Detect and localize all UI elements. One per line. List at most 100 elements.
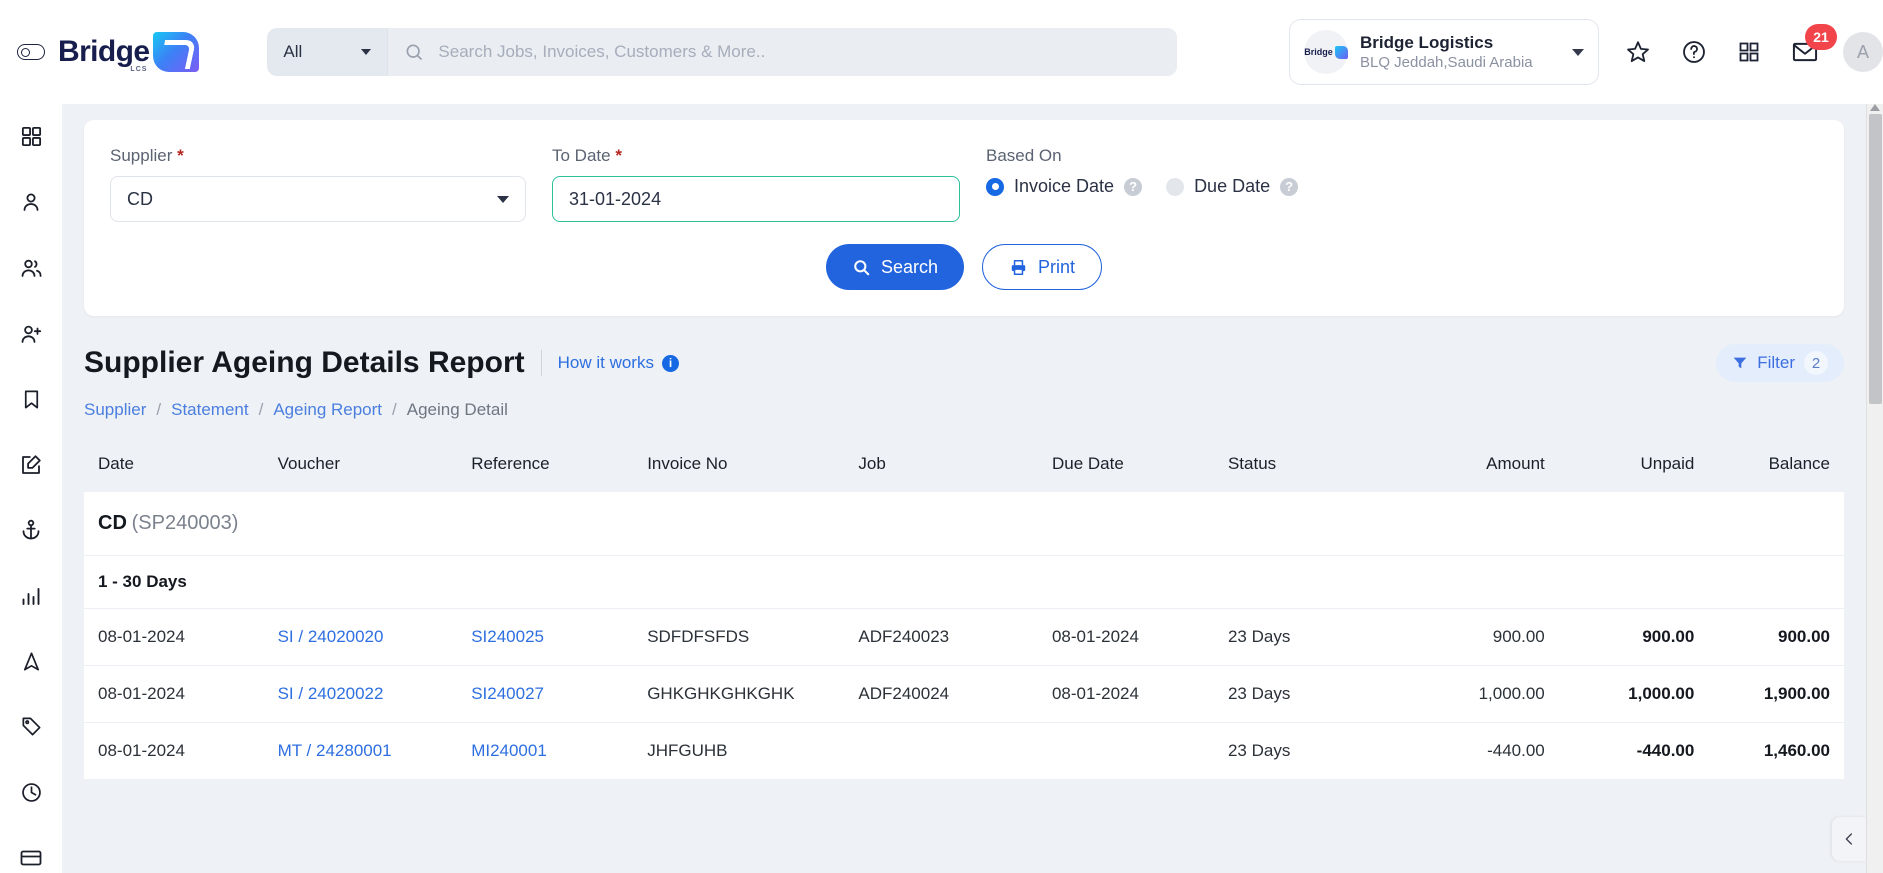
supplier-selected-value: CD <box>127 188 153 209</box>
avatar[interactable]: A <box>1843 32 1883 72</box>
side-panel-toggle[interactable] <box>1832 817 1866 861</box>
col-status: Status <box>1227 442 1387 492</box>
cell-due-date <box>1051 722 1228 779</box>
cell-date: 08-01-2024 <box>84 608 278 666</box>
based-on-field: Based On Invoice Date ? Due Date ? <box>986 146 1299 197</box>
to-date-input[interactable] <box>569 188 943 210</box>
how-it-works-link[interactable]: How it works <box>558 353 654 373</box>
breadcrumb-item-ageing-detail: Ageing Detail <box>406 400 508 419</box>
global-search-bar: All <box>267 28 1178 76</box>
cell-status: 23 Days <box>1227 665 1387 723</box>
radio-invoice-date[interactable] <box>986 177 1004 196</box>
cell-date: 08-01-2024 <box>84 722 278 779</box>
sidebar-item-reports[interactable] <box>14 581 48 611</box>
sidebar-item-contacts[interactable] <box>14 253 48 283</box>
cell-balance: 1,460.00 <box>1694 722 1844 779</box>
supplier-select[interactable]: CD <box>110 176 526 222</box>
to-date-label-text: To Date <box>552 146 611 165</box>
org-name: Bridge Logistics <box>1360 32 1494 52</box>
table-row[interactable]: 08-01-2024 SI / 24020020 SI240025 SDFDFS… <box>84 608 1844 666</box>
search-scope-dropdown[interactable]: All <box>267 28 387 76</box>
help-icon[interactable]: ? <box>1280 177 1299 196</box>
voucher-link[interactable]: SI / 24020022 <box>278 684 384 703</box>
radio-due-date[interactable] <box>1166 177 1185 196</box>
navigation-icon <box>23 652 39 671</box>
table-head: Date Voucher Reference Invoice No Job Du… <box>84 442 1844 492</box>
reference-link[interactable]: SI240027 <box>471 684 544 703</box>
info-icon[interactable]: i <box>661 354 679 372</box>
sidebar-item-customer[interactable] <box>14 188 48 218</box>
page-header-row: Supplier Ageing Details Report How it wo… <box>62 316 1866 382</box>
app-header: Bridge LCS All Bridge Bridge Logistics B… <box>0 0 1883 104</box>
sidebar-item-bookmarks[interactable] <box>14 384 48 414</box>
sidebar-item-tariff[interactable] <box>14 712 48 742</box>
search-icon <box>854 259 870 275</box>
cell-reference: SI240027 <box>471 665 648 723</box>
sidebar-item-shipping[interactable] <box>14 515 48 545</box>
breadcrumb-item-ageing-report[interactable]: Ageing Report <box>273 400 382 420</box>
supplier-label-text: Supplier <box>110 146 173 165</box>
reference-link[interactable]: MI240001 <box>471 741 547 760</box>
sidebar-item-air-freight[interactable] <box>14 647 48 677</box>
scroll-up-arrow-icon[interactable] <box>1870 104 1880 111</box>
apps-grid-icon[interactable] <box>1737 40 1761 64</box>
filter-toggle-button[interactable]: Filter 2 <box>1716 344 1844 382</box>
sidebar-item-add-user[interactable] <box>14 319 48 349</box>
voucher-link[interactable]: SI / 24020020 <box>278 627 384 646</box>
menu-toggle-button[interactable] <box>0 0 62 104</box>
bar-chart-icon <box>22 587 40 605</box>
star-icon[interactable] <box>1625 39 1651 65</box>
scrollbar-thumb[interactable] <box>1869 114 1882 404</box>
mail-icon[interactable]: 21 <box>1791 24 1837 66</box>
clock-icon <box>21 783 41 802</box>
group-name: CD <box>98 512 127 534</box>
cell-status: 23 Days <box>1227 722 1387 779</box>
brand-logo[interactable]: Bridge LCS <box>58 32 200 73</box>
cell-amount: -440.00 <box>1386 722 1545 779</box>
table-row[interactable]: 08-01-2024 MT / 24280001 MI240001 JHFGUH… <box>84 722 1844 779</box>
sidebar-item-history[interactable] <box>14 778 48 808</box>
organization-switcher[interactable]: Bridge Bridge Logistics BLQ Jeddah,Saudi… <box>1289 19 1599 85</box>
cell-amount: 1,000.00 <box>1386 665 1545 723</box>
cell-invoice-no: JHFGUHB <box>647 722 859 779</box>
chevron-left-icon <box>1845 833 1852 845</box>
table-header-row: Date Voucher Reference Invoice No Job Du… <box>84 442 1844 492</box>
filter-fields-row: Supplier * CD To Date * Based On <box>84 146 1844 222</box>
search-button[interactable]: Search <box>825 244 965 290</box>
col-job: Job <box>858 442 1052 492</box>
menu-toggle-icon <box>17 44 45 60</box>
page-title: Supplier Ageing Details Report <box>84 346 525 379</box>
based-on-label: Based On <box>986 146 1062 165</box>
help-icon[interactable]: ? <box>1124 177 1143 196</box>
cell-voucher: SI / 24020020 <box>277 608 472 666</box>
sidebar-item-dashboard[interactable] <box>14 122 48 152</box>
breadcrumb-item-statement[interactable]: Statement <box>171 400 249 420</box>
table-body: CD (SP240003) 1 - 30 Days 08-01-2024 SI … <box>84 492 1844 779</box>
voucher-link[interactable]: MT / 24280001 <box>278 741 392 760</box>
cell-job: ADF240023 <box>858 608 1052 666</box>
radio-due-date-label: Due Date <box>1194 176 1271 196</box>
printer-icon <box>1011 259 1026 275</box>
credit-card-icon <box>20 850 42 866</box>
breadcrumb-separator: / <box>258 400 264 419</box>
cell-reference: SI240025 <box>471 608 648 666</box>
reference-link[interactable]: SI240025 <box>471 627 544 646</box>
help-icon[interactable] <box>1681 39 1707 65</box>
sidebar-item-jobs[interactable] <box>14 450 48 480</box>
radio-invoice-date-label: Invoice Date <box>1014 176 1115 196</box>
print-button[interactable]: Print <box>982 244 1103 290</box>
supplier-group-row: CD (SP240003) <box>84 492 1844 556</box>
breadcrumb-item-supplier[interactable]: Supplier <box>84 400 146 420</box>
to-date-input-wrap <box>552 176 960 222</box>
cell-unpaid: -440.00 <box>1544 722 1695 779</box>
sidebar-item-accounts[interactable] <box>14 843 48 873</box>
table-row[interactable]: 08-01-2024 SI / 24020022 SI240027 GHKGHK… <box>84 665 1844 723</box>
cell-job: ADF240024 <box>858 665 1052 723</box>
page-scrollbar[interactable] <box>1866 104 1883 873</box>
funnel-icon <box>1733 357 1747 369</box>
cell-date: 08-01-2024 <box>84 665 278 723</box>
search-input[interactable] <box>438 42 1178 62</box>
col-balance: Balance <box>1694 442 1844 492</box>
supplier-field: Supplier * CD <box>110 146 526 222</box>
brand-name-text: Bridge <box>58 35 150 68</box>
